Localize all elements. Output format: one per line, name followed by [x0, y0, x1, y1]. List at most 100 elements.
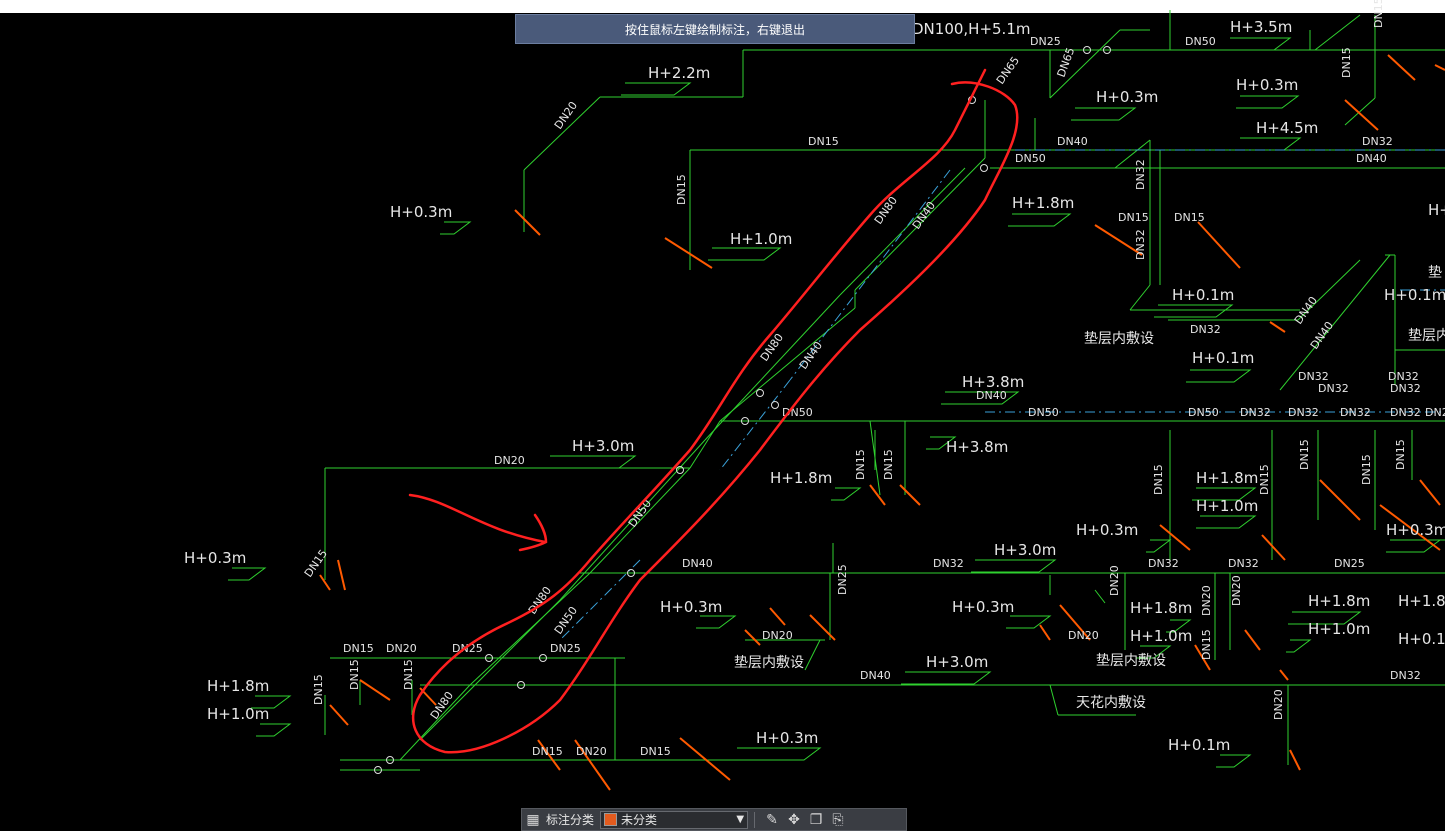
valve-mark	[1244, 629, 1261, 651]
valve-circle	[771, 401, 779, 409]
pipe-segment	[1129, 284, 1151, 311]
pipe-label-rotated: DN15	[1394, 439, 1407, 470]
elevation-leader	[1226, 37, 1292, 51]
pipe-label: DN50	[1188, 406, 1219, 419]
pipe-segment	[1344, 97, 1376, 126]
pipe-label: H+1.8m	[1012, 194, 1074, 212]
category-label: 标注分类	[546, 813, 595, 827]
valve-mark	[1261, 534, 1286, 561]
elevation-leader	[1071, 107, 1137, 121]
pipe-label: 垫层内敷设	[1096, 653, 1166, 669]
pipe-label: H+1.0m	[1130, 627, 1192, 645]
pipe-label: DN40	[860, 669, 891, 682]
pipe-label: H+1.8	[1398, 592, 1445, 610]
elevation-leader	[1286, 639, 1312, 653]
pipe-segment	[1314, 14, 1361, 51]
elevation-leader	[546, 455, 637, 469]
pipe-label: DN40	[1057, 135, 1088, 148]
pipe-label-rotated: DN80	[428, 689, 456, 722]
pipe-label: H+1.8m	[207, 677, 269, 695]
pipe-label: DN50	[782, 406, 813, 419]
valve-mark	[1269, 321, 1286, 333]
pipe-label-rotated: DN20	[1230, 575, 1243, 606]
valve-mark	[744, 629, 761, 646]
pipe-label: DN32	[1362, 135, 1393, 148]
pipe-label: DN32	[1318, 382, 1349, 395]
pipe-label: DN32	[1390, 669, 1421, 682]
copy-icon[interactable]: ❐	[805, 810, 827, 830]
pipe-label: DN100,H+5.1m	[912, 20, 1030, 38]
valve-mark	[869, 484, 886, 506]
pipe-label: DN2	[1425, 406, 1445, 419]
pipe-label-rotated: DN15	[312, 674, 325, 705]
pipe-label: DN20	[386, 642, 417, 655]
pipe-label-rotated: DN80	[758, 331, 786, 364]
pipe-label: H+0.1m	[1192, 349, 1254, 367]
pipe-label: DN32	[1340, 406, 1371, 419]
valve-mark	[337, 559, 346, 591]
pipe-label: H+1.0m	[730, 230, 792, 248]
pipe-label: H+0.3m	[1076, 521, 1138, 539]
pipe-label-rotated: DN15	[1200, 629, 1213, 660]
pipe-label: DN32	[1240, 406, 1271, 419]
elevation-leader	[1186, 369, 1252, 383]
paste-icon[interactable]: ⎘	[827, 810, 849, 830]
pipe-label-rotated: DN20	[1200, 585, 1213, 616]
elevation-leader	[1146, 539, 1172, 553]
pipe-label: DN15	[1174, 211, 1205, 224]
category-select[interactable]: 未分类 ▼	[600, 810, 749, 829]
elevation-leader	[1154, 304, 1234, 318]
valve-mark	[1344, 99, 1379, 131]
pipe-label: H+1.0m	[1196, 497, 1258, 515]
grid-icon[interactable]: ▦	[522, 810, 544, 830]
valve-mark	[1434, 64, 1445, 71]
pipe-label-rotated: DN15	[1258, 464, 1271, 495]
pipe-segment	[1094, 589, 1106, 604]
pipe-label-rotated: DN20	[1108, 565, 1121, 596]
pipe-label: DN32	[933, 557, 964, 570]
pipe-label: H+0.3m	[1236, 76, 1298, 94]
elevation-leader	[1196, 515, 1257, 529]
pipe-label-rotated: DN65	[1055, 46, 1078, 79]
elevation-leader	[1236, 95, 1300, 109]
move-icon[interactable]: ✥	[783, 810, 805, 830]
pipe-label: H+0.3m	[756, 729, 818, 747]
pipe-label: DN20	[576, 745, 607, 758]
pipe-label: DN32	[1148, 557, 1179, 570]
pipe-label: H+0.3m	[184, 549, 246, 567]
pipe-label: H+3.0m	[572, 437, 634, 455]
valve-mark	[1159, 524, 1191, 551]
pipe-label: H+0.1m	[1168, 736, 1230, 754]
pipe-label: H+1.0m	[207, 705, 269, 723]
pipe-label-rotated: DN15	[854, 449, 867, 480]
cad-viewport[interactable]: DN100,H+5.1m H+3.5m DN25 DN50 H+2.2m H+0.3m H+…	[0, 0, 1445, 831]
pipe-label: H+1.0m	[1308, 620, 1370, 638]
elevation-leader	[1008, 213, 1072, 227]
annotation-toolbar: ▦ 标注分类 未分类 ▼ ✎ ✥ ❐ ⎘	[521, 808, 907, 831]
cad-drawing[interactable]: DN100,H+5.1m H+3.5m DN25 DN50 H+2.2m H+0.3m H+…	[0, 0, 1445, 831]
elevation-leader	[228, 567, 267, 581]
valve-mark	[514, 209, 541, 236]
pipe-label-rotated: DN40	[910, 199, 938, 232]
pipe-label-rotated: DN25	[836, 564, 849, 595]
pipe-label: DN20	[494, 454, 525, 467]
pipe-label: H+0.3m	[390, 203, 452, 221]
pipe-label: 垫	[1428, 265, 1442, 281]
valve-mark	[769, 607, 786, 626]
pipe-label-rotated: DN15	[1360, 454, 1373, 485]
elevation-leader	[1216, 754, 1252, 768]
pipe-label: H+0.1m	[1428, 201, 1445, 219]
pipe-segment	[719, 307, 856, 422]
pipe-label: 天花内敷设	[1076, 695, 1146, 711]
pipe-label-rotated: DN15	[1152, 464, 1165, 495]
pipe-label: DN15	[808, 135, 839, 148]
pipe-label-rotated: DN20	[552, 99, 580, 132]
valve-mark	[899, 484, 921, 506]
pipe-label: H+0.3m	[952, 598, 1014, 616]
category-select-value: 未分类	[621, 813, 658, 827]
pipe-label: 垫层内	[1408, 328, 1445, 344]
valve-circle	[980, 164, 988, 172]
edit-icon[interactable]: ✎	[761, 810, 783, 830]
elevation-leader	[1386, 539, 1442, 553]
pipe-label: DN25	[550, 642, 581, 655]
